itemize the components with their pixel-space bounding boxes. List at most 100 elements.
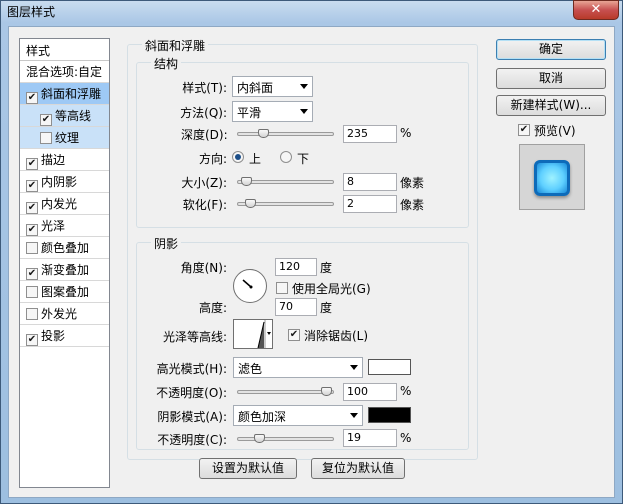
style-list-item[interactable]: 外发光 bbox=[20, 303, 109, 325]
size-slider-thumb[interactable] bbox=[241, 177, 252, 186]
close-button[interactable]: ✕ bbox=[573, 0, 619, 20]
style-checkbox[interactable] bbox=[26, 286, 38, 298]
cancel-button[interactable]: 取消 bbox=[496, 68, 606, 89]
bevel-style-value: 内斜面 bbox=[237, 81, 274, 95]
style-list-item[interactable]: ✔ 内发光 bbox=[20, 193, 109, 215]
ok-button[interactable]: 确定 bbox=[496, 39, 606, 60]
style-checkbox[interactable]: ✔ bbox=[26, 224, 38, 236]
style-checkbox[interactable]: ✔ bbox=[26, 334, 38, 346]
shadow-mode-select[interactable]: 颜色加深 bbox=[233, 405, 363, 426]
shadow-color-swatch[interactable] bbox=[368, 407, 411, 423]
style-list-item[interactable]: ✔ 投影 bbox=[20, 325, 109, 347]
reset-default-button[interactable]: 复位为默认值 bbox=[311, 458, 405, 479]
preview-label[interactable]: 预览(V) bbox=[534, 122, 576, 139]
style-list-item[interactable]: 纹理 bbox=[20, 127, 109, 149]
style-checkbox[interactable]: ✔ bbox=[26, 202, 38, 214]
technique-label: 方法(Q): bbox=[180, 106, 227, 120]
gloss-contour-picker[interactable] bbox=[233, 319, 273, 349]
chevron-down-icon bbox=[350, 365, 358, 370]
style-list-item[interactable]: 混合选项:自定 bbox=[20, 61, 109, 83]
dialog-client-area: 样式 混合选项:自定 ✔ 斜面和浮雕 ✔ 等高线 纹理 ✔ 描边 ✔ 内阴影 ✔ 内发光 ✔ 光泽 颜色叠加… bbox=[8, 26, 615, 498]
direction-down-label[interactable]: 下 bbox=[297, 150, 309, 167]
style-list-item-label: 内阴影 bbox=[41, 175, 78, 189]
altitude-input[interactable]: 70 bbox=[275, 298, 317, 316]
direction-up-label[interactable]: 上 bbox=[249, 150, 261, 167]
style-checkbox[interactable] bbox=[26, 242, 38, 254]
highlight-opacity-thumb[interactable] bbox=[321, 387, 332, 396]
antialias-label[interactable]: 消除锯齿(L) bbox=[304, 327, 368, 344]
shadow-mode-label: 阴影模式(A): bbox=[157, 410, 227, 424]
shadow-opacity-unit: % bbox=[400, 431, 412, 445]
style-list-item[interactable]: 图案叠加 bbox=[20, 281, 109, 303]
new-style-button[interactable]: 新建样式(W)... bbox=[496, 95, 606, 116]
style-checkbox[interactable]: ✔ bbox=[26, 158, 38, 170]
depth-slider-thumb[interactable] bbox=[258, 129, 269, 138]
shading-group: 阴影 角度(N): 120 度 使用全局光(G) 高度: 70 度 光泽等高线: bbox=[136, 235, 469, 450]
style-list-item-label: 颜色叠加 bbox=[41, 241, 90, 255]
angle-unit: 度 bbox=[320, 261, 333, 275]
style-list-item-label: 描边 bbox=[41, 153, 66, 167]
style-checkbox[interactable]: ✔ bbox=[26, 180, 38, 192]
style-list-item-label: 投影 bbox=[41, 329, 66, 343]
style-preview bbox=[519, 144, 585, 210]
gloss-contour-label: 光泽等高线: bbox=[162, 330, 227, 344]
soften-slider-thumb[interactable] bbox=[245, 199, 256, 208]
style-list-item-label: 纹理 bbox=[55, 131, 80, 145]
depth-input[interactable]: 235 bbox=[343, 125, 397, 143]
style-list-item[interactable]: 颜色叠加 bbox=[20, 237, 109, 259]
shadow-opacity-thumb[interactable] bbox=[254, 434, 265, 443]
window-title: 图层样式 bbox=[7, 5, 56, 19]
title-bar[interactable]: 图层样式 ✕ bbox=[1, 0, 622, 25]
size-slider[interactable] bbox=[237, 177, 334, 186]
shadow-opacity-input[interactable]: 19 bbox=[343, 429, 397, 447]
depth-slider[interactable] bbox=[237, 129, 334, 138]
highlight-mode-value: 滤色 bbox=[238, 362, 263, 376]
angle-pointer-icon bbox=[242, 279, 253, 289]
highlight-opacity-input[interactable]: 100 bbox=[343, 383, 397, 401]
soften-label: 软化(F): bbox=[182, 198, 227, 212]
altitude-unit: 度 bbox=[320, 301, 333, 315]
angle-input[interactable]: 120 bbox=[275, 258, 317, 276]
style-checkbox[interactable] bbox=[26, 308, 38, 320]
style-list-item[interactable]: ✔ 等高线 bbox=[20, 105, 109, 127]
style-checkbox[interactable]: ✔ bbox=[40, 114, 52, 126]
contour-curve-icon bbox=[257, 320, 271, 349]
highlight-mode-label: 高光模式(H): bbox=[156, 362, 227, 376]
style-list-item[interactable]: ✔ 光泽 bbox=[20, 215, 109, 237]
preview-swatch-image bbox=[534, 160, 570, 196]
highlight-opacity-label: 不透明度(O): bbox=[156, 386, 227, 400]
highlight-color-swatch[interactable] bbox=[368, 359, 411, 375]
technique-select[interactable]: 平滑 bbox=[232, 101, 313, 122]
style-checkbox[interactable] bbox=[40, 132, 52, 144]
chevron-down-icon bbox=[300, 84, 308, 89]
antialias-checkbox[interactable]: ✔ bbox=[288, 329, 300, 341]
style-list-item[interactable]: ✔ 渐变叠加 bbox=[20, 259, 109, 281]
highlight-opacity-slider[interactable] bbox=[237, 387, 334, 396]
global-light-checkbox[interactable] bbox=[276, 282, 288, 294]
direction-up-radio[interactable] bbox=[232, 151, 244, 163]
style-list-item-label: 渐变叠加 bbox=[41, 263, 90, 277]
styles-list-header[interactable]: 样式 bbox=[20, 39, 109, 61]
preview-checkbox[interactable]: ✔ bbox=[518, 124, 530, 136]
set-default-button[interactable]: 设置为默认值 bbox=[199, 458, 297, 479]
style-label: 样式(T): bbox=[182, 81, 227, 95]
global-light-label[interactable]: 使用全局光(G) bbox=[292, 280, 371, 297]
size-input[interactable]: 8 bbox=[343, 173, 397, 191]
direction-down-radio[interactable] bbox=[280, 151, 292, 163]
soften-unit: 像素 bbox=[400, 198, 425, 212]
style-checkbox[interactable]: ✔ bbox=[26, 92, 38, 104]
shadow-opacity-slider[interactable] bbox=[237, 434, 334, 443]
style-list-item[interactable]: ✔ 描边 bbox=[20, 149, 109, 171]
soften-slider[interactable] bbox=[237, 199, 334, 208]
depth-label: 深度(D): bbox=[181, 128, 228, 142]
bevel-style-select[interactable]: 内斜面 bbox=[232, 76, 313, 97]
style-list-item[interactable]: ✔ 内阴影 bbox=[20, 171, 109, 193]
style-checkbox[interactable]: ✔ bbox=[26, 268, 38, 280]
soften-input[interactable]: 2 bbox=[343, 195, 397, 213]
angle-dial[interactable] bbox=[233, 269, 267, 303]
highlight-mode-select[interactable]: 滤色 bbox=[233, 357, 363, 378]
style-list-item[interactable]: ✔ 斜面和浮雕 bbox=[20, 83, 109, 105]
technique-value: 平滑 bbox=[237, 106, 262, 120]
altitude-label: 高度: bbox=[198, 301, 227, 315]
shading-title: 阴影 bbox=[151, 235, 182, 252]
